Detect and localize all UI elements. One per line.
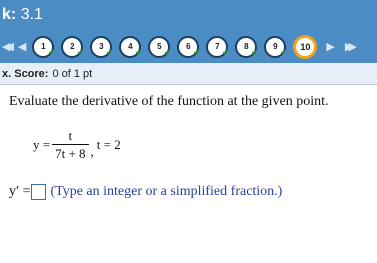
last-question-icon[interactable]: ▶▶ xyxy=(345,41,357,52)
section-number: 3.1 xyxy=(20,6,43,23)
function-equation: y = t 7t + 8 , t = 2 xyxy=(33,128,121,161)
title-bar: k: 3.1 xyxy=(0,0,377,30)
check-icon: ✔ xyxy=(192,47,201,58)
problem-area: Evaluate the derivative of the function … xyxy=(0,86,377,263)
fraction: t 7t + 8 xyxy=(52,128,89,161)
question-5-button[interactable]: 5 ✔ xyxy=(148,35,172,58)
check-icon: ✔ xyxy=(163,47,172,58)
equation-separator: , xyxy=(90,143,94,159)
question-navigation: ◀◀ ◀ 1 ✔ 2 ✔ 3 ✔ 4 ✔ 5 ✔ 6 ✔ 7 ✔ 8 ✔ 9 ✔ 10 ▶ ▶▶ xyxy=(0,30,377,63)
check-icon: ✔ xyxy=(76,47,85,58)
given-point: t = 2 xyxy=(96,136,121,152)
fraction-denominator: 7t + 8 xyxy=(52,144,89,161)
question-6-button[interactable]: 6 ✔ xyxy=(177,35,201,58)
question-3-button[interactable]: 3 ✔ xyxy=(90,35,114,58)
title-label: k: xyxy=(2,6,17,23)
check-icon: ✔ xyxy=(250,47,259,58)
answer-input[interactable] xyxy=(31,184,47,200)
score-label: x. Score: xyxy=(2,67,49,80)
question-8-button[interactable]: 8 ✔ xyxy=(235,35,259,58)
fraction-numerator: t xyxy=(68,128,73,143)
score-bar: x. Score: 0 of 1 pt xyxy=(0,63,377,85)
first-question-icon[interactable]: ◀◀ xyxy=(2,41,14,52)
check-icon: ✔ xyxy=(47,47,56,58)
next-question-icon[interactable]: ▶ xyxy=(326,41,334,52)
question-2-button[interactable]: 2 ✔ xyxy=(61,35,85,58)
question-10-button-current[interactable]: 10 xyxy=(293,34,318,59)
question-4-button[interactable]: 4 ✔ xyxy=(119,35,143,58)
score-value: 0 of 1 pt xyxy=(52,67,93,80)
question-7-button[interactable]: 7 ✔ xyxy=(206,35,230,58)
check-icon: ✔ xyxy=(134,47,143,58)
question-9-button[interactable]: 9 ✔ xyxy=(264,35,288,58)
problem-instruction: Evaluate the derivative of the function … xyxy=(9,94,329,109)
check-icon: ✔ xyxy=(105,47,114,58)
answer-row: y′ = (Type an integer or a simplified fr… xyxy=(9,184,282,200)
check-icon: ✔ xyxy=(279,47,288,58)
previous-question-icon[interactable]: ◀ xyxy=(18,41,26,52)
question-1-button[interactable]: 1 ✔ xyxy=(32,35,56,58)
answer-label: y′ = xyxy=(9,184,31,199)
equation-lhs: y = xyxy=(33,136,51,152)
check-icon: ✔ xyxy=(221,47,230,58)
answer-hint: (Type an integer or a simplified fractio… xyxy=(50,184,283,199)
